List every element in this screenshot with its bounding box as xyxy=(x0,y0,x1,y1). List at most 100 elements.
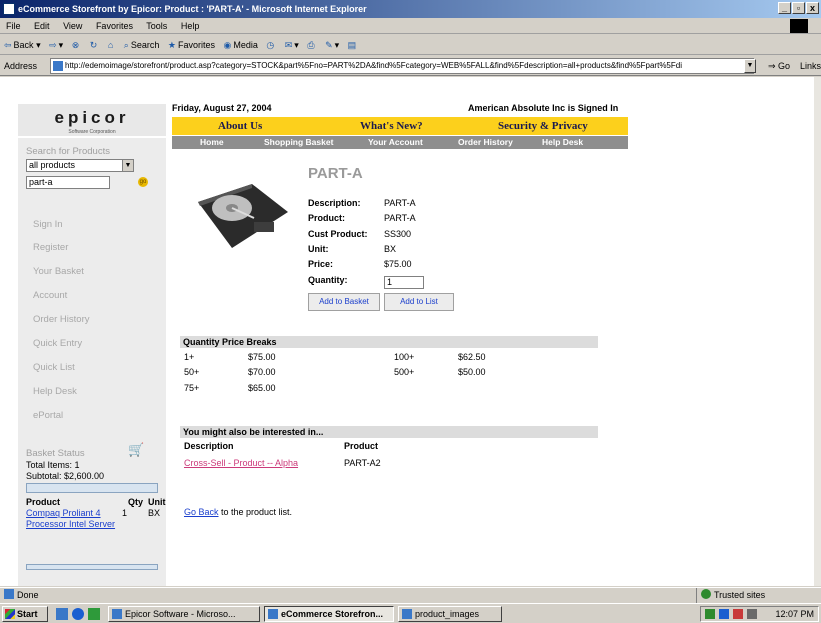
nav-help-desk[interactable]: Help Desk xyxy=(542,137,583,147)
primary-nav: About Us What's New? Security & Privacy xyxy=(172,117,628,135)
search-button[interactable]: ⌕ Search xyxy=(123,35,160,54)
quicklaunch-icon[interactable] xyxy=(88,608,100,620)
nav-order-history[interactable]: Order History xyxy=(458,137,513,147)
price-break-price: $62.50 xyxy=(458,352,486,362)
epicor-logo[interactable]: epicor Software Corporation xyxy=(18,104,166,136)
spec-label-description: Description: xyxy=(308,198,361,208)
tray-speaker-icon[interactable] xyxy=(705,609,715,619)
add-to-basket-button[interactable]: Add to Basket xyxy=(308,293,380,311)
address-url: http://edemoimage/storefront/product.asp… xyxy=(65,61,682,70)
basket-divider xyxy=(26,483,158,493)
basket-footer-bar xyxy=(26,564,158,570)
stop-icon: ⊗ xyxy=(71,40,80,50)
menu-tools[interactable]: Tools xyxy=(146,21,167,31)
address-dropdown-button[interactable]: ▼ xyxy=(744,59,756,73)
nav-shopping-basket[interactable]: Shopping Basket xyxy=(264,137,333,147)
sidebar-item-register[interactable]: Register xyxy=(33,242,68,253)
discuss-icon: ▤ xyxy=(347,40,357,50)
add-to-list-button[interactable]: Add to List xyxy=(384,293,454,311)
desktop-icon[interactable] xyxy=(56,608,68,620)
left-sidebar: Search for Products all products ▼ part-… xyxy=(18,138,166,586)
edit-button[interactable]: ✎ ▾ xyxy=(325,35,339,54)
menu-file[interactable]: File xyxy=(6,21,21,31)
windows-logo-icon xyxy=(790,19,808,33)
sidebar-item-help-desk[interactable]: Help Desk xyxy=(33,386,77,397)
spec-label-price: Price: xyxy=(308,259,334,269)
media-button[interactable]: ◉ Media xyxy=(223,35,257,54)
go-back-link[interactable]: Go Back xyxy=(184,507,219,517)
menu-edit[interactable]: Edit xyxy=(34,21,50,31)
basket-item-link[interactable]: Compaq Proliant 4 Processor Intel Server xyxy=(26,508,120,530)
price-break-qty: 100+ xyxy=(394,352,415,362)
system-tray: 12:07 PM xyxy=(700,606,819,622)
menu-help[interactable]: Help xyxy=(181,21,200,31)
nav-whats-new[interactable]: What's New? xyxy=(360,120,423,132)
sidebar-item-quick-list[interactable]: Quick List xyxy=(33,362,75,373)
tray-shield-icon[interactable] xyxy=(733,609,743,619)
status-text: Done xyxy=(17,590,39,600)
cross-sell-link[interactable]: Cross-Sell - Product -- Alpha xyxy=(184,458,298,468)
basket-status-title: Basket Status xyxy=(26,448,85,459)
close-button[interactable]: x xyxy=(806,2,819,14)
minimize-button[interactable]: _ xyxy=(778,2,791,14)
task-epicor-software[interactable]: Epicor Software - Microso... xyxy=(108,606,260,622)
task-product-images[interactable]: product_images xyxy=(398,606,502,622)
media-icon: ◉ xyxy=(223,40,232,50)
vertical-scrollbar[interactable] xyxy=(814,77,821,586)
print-button[interactable]: ⎙ xyxy=(307,35,316,54)
tray-monitor-icon[interactable] xyxy=(747,609,757,619)
current-date: Friday, August 27, 2004 xyxy=(172,103,272,113)
chevron-down-icon[interactable]: ▼ xyxy=(122,160,133,171)
sidebar-item-quick-entry[interactable]: Quick Entry xyxy=(33,338,82,349)
taskbar: Start Epicor Software - Microso... eComm… xyxy=(0,603,821,623)
nav-your-account[interactable]: Your Account xyxy=(368,137,423,147)
stop-button[interactable]: ⊗ xyxy=(71,35,82,54)
history-button[interactable]: ◷ xyxy=(266,35,276,54)
page-done-icon xyxy=(4,589,14,599)
basket-head-qty: Qty xyxy=(128,497,144,507)
go-button[interactable]: ⇒ Go xyxy=(768,56,790,76)
task-ecommerce-storefront[interactable]: eCommerce Storefron... xyxy=(264,606,394,622)
price-break-qty: 50+ xyxy=(184,367,200,377)
nav-home[interactable]: Home xyxy=(200,137,224,147)
forward-button[interactable]: ⇨ ▾ xyxy=(49,35,63,54)
back-button[interactable]: ⇦ Back ▾ xyxy=(4,35,41,54)
start-button[interactable]: Start xyxy=(2,606,48,622)
maximize-button[interactable]: ▫ xyxy=(792,2,805,14)
spec-label-product: Product: xyxy=(308,213,345,223)
search-icon: ⌕ xyxy=(123,40,129,50)
print-icon: ⎙ xyxy=(307,40,315,50)
search-go-button[interactable]: go xyxy=(138,177,148,187)
sidebar-item-eportal[interactable]: ePortal xyxy=(33,410,63,421)
sidebar-item-account[interactable]: Account xyxy=(33,290,67,301)
window-controls: _ ▫ x xyxy=(778,2,819,14)
favorites-button[interactable]: ★ Favorites xyxy=(168,35,215,54)
quantity-input[interactable]: 1 xyxy=(384,276,424,289)
mail-button[interactable]: ✉ ▾ xyxy=(285,35,299,54)
spec-label-quantity: Quantity: xyxy=(308,275,348,285)
spec-value-description: PART-A xyxy=(384,198,416,208)
links-button[interactable]: Links xyxy=(800,56,821,76)
price-break-qty: 1+ xyxy=(184,352,195,362)
history-icon: ◷ xyxy=(266,40,275,50)
sidebar-item-order-history[interactable]: Order History xyxy=(33,314,89,325)
tray-network-icon[interactable] xyxy=(719,609,729,619)
menu-favorites[interactable]: Favorites xyxy=(96,21,133,31)
discuss-button[interactable]: ▤ xyxy=(347,35,359,54)
nav-security-privacy[interactable]: Security & Privacy xyxy=(498,120,588,132)
search-input[interactable]: part-a xyxy=(26,176,110,189)
window-title: eCommerce Storefront by Epicor: Product … xyxy=(18,4,367,14)
sidebar-item-your-basket[interactable]: Your Basket xyxy=(33,266,84,277)
sidebar-item-sign-in[interactable]: Sign In xyxy=(33,219,63,230)
nav-about-us[interactable]: About Us xyxy=(218,120,262,132)
clock: 12:07 PM xyxy=(775,609,814,619)
refresh-button[interactable]: ↻ xyxy=(90,35,100,54)
category-select[interactable]: all products ▼ xyxy=(26,159,134,172)
address-input[interactable]: http://edemoimage/storefront/product.asp… xyxy=(50,58,754,74)
home-icon: ⌂ xyxy=(107,40,114,50)
page-viewport: epicor Software Corporation Search for P… xyxy=(0,77,814,586)
cross-sell-col-product: Product xyxy=(344,441,379,451)
home-button[interactable]: ⌂ xyxy=(107,35,115,54)
ie-quicklaunch-icon[interactable] xyxy=(72,608,84,620)
menu-view[interactable]: View xyxy=(63,21,82,31)
